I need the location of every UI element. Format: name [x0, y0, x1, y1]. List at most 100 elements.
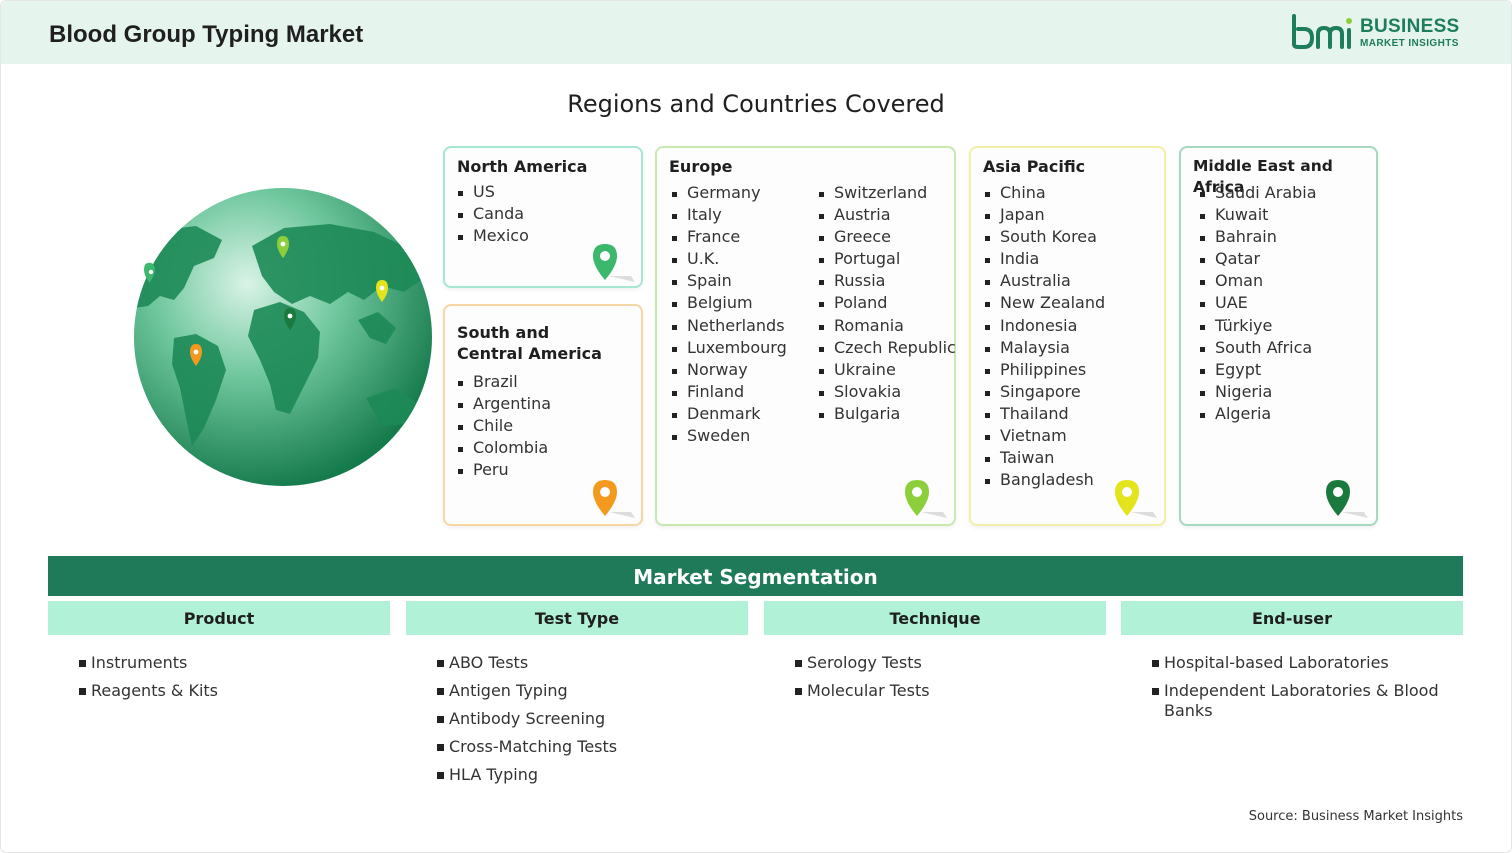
- location-pin-icon: [1115, 480, 1157, 518]
- country-item: Switzerland: [817, 182, 956, 204]
- country-item: UAE: [1198, 292, 1317, 314]
- country-item: Taiwan: [983, 447, 1105, 469]
- country-item: Netherlands: [670, 315, 787, 337]
- location-pin-icon: [593, 480, 635, 518]
- logo-text-market-insights: MARKET INSIGHTS: [1360, 38, 1459, 49]
- country-item: South Korea: [983, 226, 1105, 248]
- segment-item: Reagents & Kits: [78, 681, 378, 701]
- country-list-europe-col1: Germany Italy France U.K. Spain Belgium …: [670, 182, 787, 447]
- country-item: Bangladesh: [983, 469, 1105, 491]
- country-item: Thailand: [983, 403, 1105, 425]
- country-item: Romania: [817, 315, 956, 337]
- segment-item: Cross-Matching Tests: [436, 737, 736, 757]
- source-note: Source: Business Market Insights: [1248, 809, 1463, 824]
- country-item: Spain: [670, 270, 787, 292]
- region-title-line: South and: [457, 323, 550, 342]
- segment-item: ABO Tests: [436, 653, 736, 673]
- segment-item: Independent Laboratories & Blood Banks: [1151, 681, 1451, 721]
- country-item: New Zealand: [983, 292, 1105, 314]
- location-pin-icon: [905, 480, 947, 518]
- country-list-north-america: US Canda Mexico: [456, 181, 529, 247]
- country-item: U.K.: [670, 248, 787, 270]
- region-title-north-america: North America: [457, 157, 588, 176]
- country-item: Russia: [817, 270, 956, 292]
- location-pin-icon: [593, 244, 635, 282]
- segment-heading-test-type: Test Type: [406, 601, 748, 635]
- country-item: Austria: [817, 204, 956, 226]
- segment-item: Hospital-based Laboratories: [1151, 653, 1451, 673]
- segmentation-title-bar: Market Segmentation: [48, 556, 1463, 596]
- country-item: Türkiye: [1198, 315, 1317, 337]
- region-card-south-america: South and Central America Brazil Argenti…: [443, 304, 643, 526]
- segment-list-technique: Serology Tests Molecular Tests: [794, 653, 1094, 709]
- country-item: Malaysia: [983, 337, 1105, 359]
- bmi-logo: BUSINESS MARKET INSIGHTS: [1290, 14, 1466, 52]
- country-item: China: [983, 182, 1105, 204]
- country-item: Chile: [456, 415, 551, 437]
- country-item: Peru: [456, 459, 551, 481]
- country-item: Saudi Arabia: [1198, 182, 1317, 204]
- logo-text-business: BUSINESS: [1360, 16, 1460, 37]
- globe-illustration: [134, 188, 432, 486]
- segment-item: Antibody Screening: [436, 709, 736, 729]
- country-item: Italy: [670, 204, 787, 226]
- country-item: Luxembourg: [670, 337, 787, 359]
- country-item: Mexico: [456, 225, 529, 247]
- region-card-north-america: North America US Canda Mexico: [443, 146, 643, 288]
- country-item: Philippines: [983, 359, 1105, 381]
- country-list-europe-col2: Switzerland Austria Greece Portugal Russ…: [817, 182, 956, 425]
- country-item: Ukraine: [817, 359, 956, 381]
- country-list-south-america: Brazil Argentina Chile Colombia Peru: [456, 371, 551, 481]
- segment-heading-product: Product: [48, 601, 390, 635]
- country-item: Kuwait: [1198, 204, 1317, 226]
- segment-list-test-type: ABO Tests Antigen Typing Antibody Screen…: [436, 653, 736, 793]
- country-item: Denmark: [670, 403, 787, 425]
- segment-item: Serology Tests: [794, 653, 1094, 673]
- country-item: Czech Republic: [817, 337, 956, 359]
- country-item: Slovakia: [817, 381, 956, 403]
- country-item: Oman: [1198, 270, 1317, 292]
- segment-heading-technique: Technique: [764, 601, 1106, 635]
- country-item: Portugal: [817, 248, 956, 270]
- country-item: India: [983, 248, 1105, 270]
- country-item: Bulgaria: [817, 403, 956, 425]
- country-item: Colombia: [456, 437, 551, 459]
- country-item: Norway: [670, 359, 787, 381]
- page-title: Blood Group Typing Market: [49, 21, 364, 48]
- country-list-asia-pacific: China Japan South Korea India Australia …: [983, 182, 1105, 491]
- country-item: Algeria: [1198, 403, 1317, 425]
- country-item: Japan: [983, 204, 1105, 226]
- segment-list-end-user: Hospital-based Laboratories Independent …: [1151, 653, 1451, 729]
- country-item: Argentina: [456, 393, 551, 415]
- country-item: Bahrain: [1198, 226, 1317, 248]
- country-item: US: [456, 181, 529, 203]
- region-title-europe: Europe: [669, 157, 733, 176]
- region-card-europe: Europe Germany Italy France U.K. Spain B…: [655, 146, 956, 526]
- country-list-mea: Saudi Arabia Kuwait Bahrain Qatar Oman U…: [1198, 182, 1317, 425]
- segment-item: Instruments: [78, 653, 378, 673]
- country-item: Finland: [670, 381, 787, 403]
- country-item: Singapore: [983, 381, 1105, 403]
- country-item: Nigeria: [1198, 381, 1317, 403]
- country-item: Egypt: [1198, 359, 1317, 381]
- country-item: Germany: [670, 182, 787, 204]
- segment-item: HLA Typing: [436, 765, 736, 785]
- region-title-asia-pacific: Asia Pacific: [983, 157, 1086, 176]
- country-item: South Africa: [1198, 337, 1317, 359]
- country-item: Vietnam: [983, 425, 1105, 447]
- segment-heading-end-user: End-user: [1121, 601, 1463, 635]
- country-item: Sweden: [670, 425, 787, 447]
- country-item: Qatar: [1198, 248, 1317, 270]
- region-card-asia-pacific: Asia Pacific China Japan South Korea Ind…: [969, 146, 1166, 526]
- segment-item: Antigen Typing: [436, 681, 736, 701]
- country-item: Belgium: [670, 292, 787, 314]
- country-item: Australia: [983, 270, 1105, 292]
- country-item: Indonesia: [983, 315, 1105, 337]
- segment-list-product: Instruments Reagents & Kits: [78, 653, 378, 709]
- country-item: Greece: [817, 226, 956, 248]
- location-pin-icon: [1326, 480, 1368, 518]
- regions-title: Regions and Countries Covered: [567, 90, 945, 118]
- region-title-line: Central America: [457, 344, 602, 363]
- country-item: Brazil: [456, 371, 551, 393]
- country-item: France: [670, 226, 787, 248]
